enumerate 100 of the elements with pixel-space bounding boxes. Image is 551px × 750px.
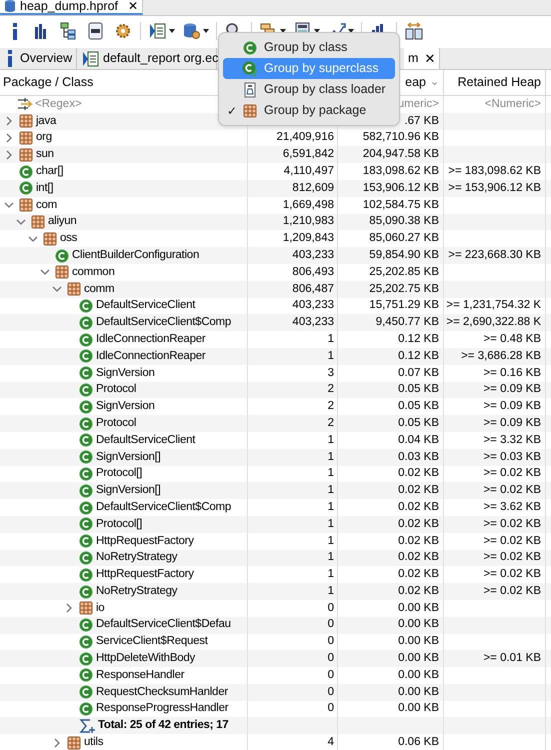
tree-item[interactable]: ClientBuilderConfiguration <box>72 246 200 264</box>
table-cell-text: 2 <box>328 399 334 414</box>
tree-item[interactable]: Protocol <box>96 381 136 399</box>
table-cell-text: 0 <box>328 634 334 650</box>
tree-item[interactable]: NoRetryStrategy <box>96 549 178 567</box>
tree-item[interactable]: sun <box>36 146 54 164</box>
table-cell-text: 204,947.58 KB <box>362 147 439 162</box>
close-button[interactable]: ✕ <box>128 0 138 12</box>
info-icon[interactable] <box>13 22 17 40</box>
dropdown-arrow-icon[interactable] <box>280 29 286 33</box>
tree-item[interactable]: comm <box>84 280 114 298</box>
table-cell-text: 4,110,497 <box>284 164 334 179</box>
tree-item[interactable]: ResponseHandler <box>96 666 184 684</box>
tree-item[interactable]: SignVersion[] <box>96 448 161 466</box>
table-cell-text: 1 <box>328 550 334 566</box>
tree-item[interactable]: IdleConnectionReaper <box>96 348 206 365</box>
menu-item[interactable]: ✓ Group by package <box>223 100 395 121</box>
table-cell-text: 806,493 <box>292 264 334 280</box>
table-cell-text: >= 183,098.62 KB <box>448 164 541 179</box>
table-cell-text: 0.00 KB <box>398 651 439 666</box>
table-cell-text: >= 2,690,322.88 K <box>446 315 541 330</box>
tree-item[interactable]: Protocol[] <box>96 465 142 483</box>
table-cell-text: 1 <box>328 483 334 498</box>
package-icon <box>43 232 57 246</box>
column-header[interactable]: eap <box>405 73 426 92</box>
table-cell-text: 0 <box>328 668 334 683</box>
tree-item[interactable]: HttpRequestFactory <box>96 566 194 584</box>
tree-item[interactable]: HttpRequestFactory <box>96 532 194 550</box>
class-icon <box>242 60 258 76</box>
tree-item[interactable]: SignVersion <box>96 398 155 416</box>
table-cell-text: 0.03 KB <box>398 450 439 465</box>
tree-item[interactable]: NoRetryStrategy <box>96 582 178 600</box>
table-cell-text: >= 3.32 KB <box>483 432 541 448</box>
table-cell-text: 153,906.12 KB <box>362 180 439 196</box>
tree-item[interactable]: ServiceClient$Request <box>96 633 208 651</box>
column-header[interactable]: Retained Heap <box>458 73 541 92</box>
package-icon <box>19 148 33 162</box>
table-cell-text: 0.00 KB <box>398 634 439 650</box>
database-icon[interactable] <box>182 21 202 41</box>
compare-icon[interactable] <box>404 21 424 41</box>
table-cell-text: 0.02 KB <box>398 466 439 482</box>
table-cell-text: >= 0.09 KB <box>483 416 541 431</box>
tree-item[interactable]: io <box>96 600 104 617</box>
tree-item[interactable]: aliyun <box>48 213 77 231</box>
tree-item[interactable]: Protocol <box>96 414 136 432</box>
table-cell-text: 806,487 <box>292 282 334 297</box>
table-cell-text: >= 0.02 KB <box>483 516 541 532</box>
close-button[interactable]: ✕ <box>424 48 436 68</box>
column-header[interactable]: Package / Class <box>3 73 94 92</box>
package-icon <box>67 736 81 750</box>
table-cell-text: 0.02 KB <box>398 550 439 566</box>
tree-item[interactable]: HttpDeleteWithBody <box>96 650 196 668</box>
tree-item[interactable]: java <box>36 112 56 130</box>
total-label: Total: 25 of 42 entries; 17 <box>98 718 228 734</box>
tree-item[interactable]: int[] <box>36 180 54 198</box>
tree-item[interactable]: DefaultServiceClient <box>96 432 196 449</box>
table-cell-text: 1 <box>328 500 334 515</box>
table-cell-text: 812,609 <box>292 180 334 196</box>
dropdown-arrow-icon[interactable] <box>203 29 209 33</box>
filter-field[interactable]: <Regex> <box>35 96 82 114</box>
tree-item[interactable]: SignVersion[] <box>96 482 161 500</box>
tree-item[interactable]: utils <box>84 734 104 750</box>
dropdown-arrow-icon[interactable] <box>169 29 175 33</box>
tree-item[interactable]: DefaultServiceClient$Comp <box>96 498 232 516</box>
tree-item[interactable]: DefaultServiceClient$Comp <box>96 314 232 332</box>
tree-item[interactable]: IdleConnectionReaper <box>96 330 206 348</box>
report-icon[interactable] <box>148 21 168 41</box>
table-cell-text: >= 0.02 KB <box>483 567 541 582</box>
tree-item[interactable]: org <box>36 129 52 147</box>
table-cell-text: 0.05 KB <box>398 382 439 398</box>
menu-item[interactable]: Group by class <box>223 37 395 58</box>
tree-item[interactable]: DefaultServiceClient$Defau <box>96 616 231 634</box>
gear-icon[interactable] <box>113 21 133 41</box>
package-icon <box>31 214 45 229</box>
table-cell-text: >= 0.02 KB <box>483 550 541 566</box>
editor-tab[interactable]: heap_dump.hprof ✕ <box>0 0 143 15</box>
tree-item[interactable]: oss <box>60 230 78 248</box>
table-cell-text: >= 0.09 KB <box>483 399 541 414</box>
tree-item[interactable]: RequestChecksumHanlder <box>96 684 228 701</box>
table-cell-text: 183,098.62 KB <box>362 164 439 179</box>
tree-item[interactable]: DefaultServiceClient <box>96 297 196 315</box>
tree-item[interactable]: char[] <box>36 162 64 180</box>
table-cell-text: 0.02 KB <box>398 483 439 498</box>
menu-item[interactable]: Group by class loader <box>223 79 395 100</box>
package-icon <box>19 114 33 128</box>
tree-item[interactable]: Protocol[] <box>96 516 142 533</box>
tree-item[interactable]: common <box>72 264 115 281</box>
table-cell-text: <Numeric> <box>484 96 541 112</box>
table-cell-text: 0 <box>328 701 334 716</box>
tree-item[interactable]: com <box>36 196 57 214</box>
dropdown-arrow-icon[interactable] <box>314 29 320 33</box>
database-icon <box>4 0 16 13</box>
package-icon <box>79 601 93 616</box>
view-tab[interactable]: m ✕ <box>404 48 440 69</box>
tree-item[interactable]: SignVersion <box>96 364 155 382</box>
table-cell-text: 2 <box>328 382 334 398</box>
sort-icon[interactable]: ⌄ <box>430 74 439 91</box>
table-cell-text: 0 <box>328 617 334 632</box>
tree-item[interactable]: ResponseProgressHandler <box>96 700 228 718</box>
dropdown-arrow-icon[interactable] <box>348 29 354 33</box>
